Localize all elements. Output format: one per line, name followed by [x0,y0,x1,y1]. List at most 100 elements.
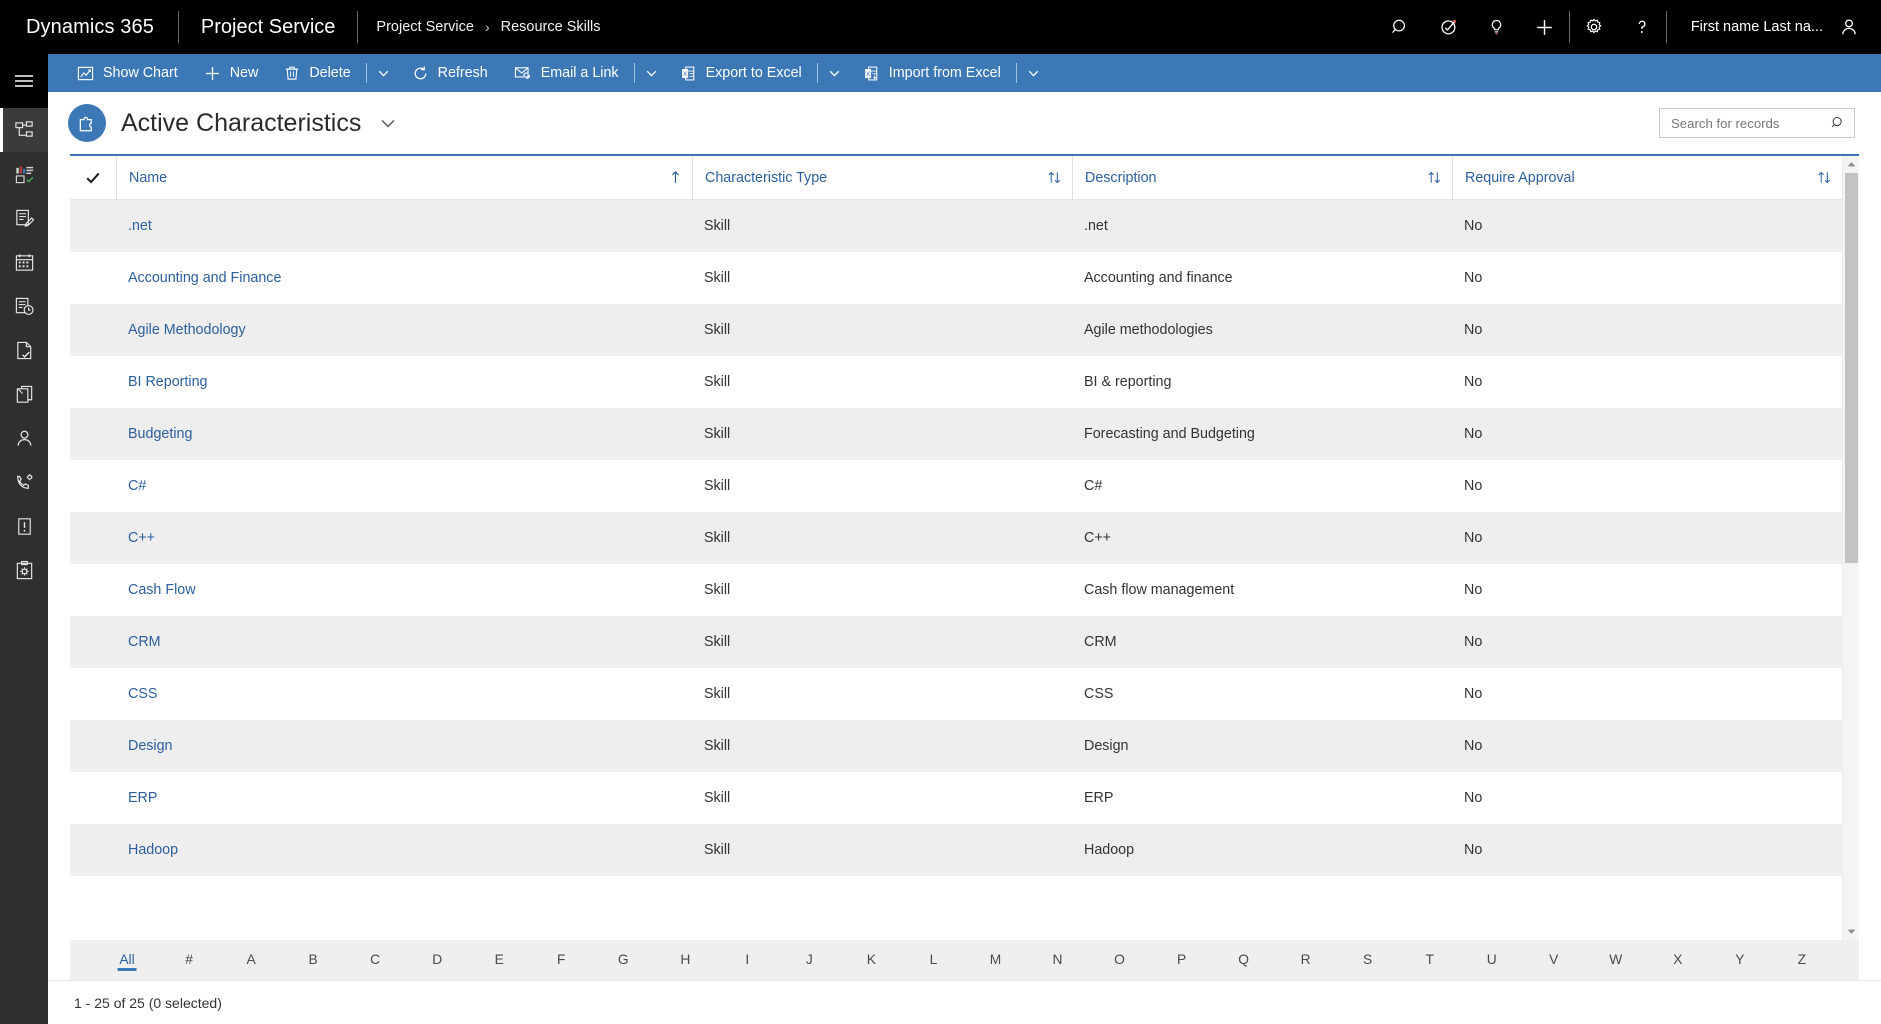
column-header-characteristic-type[interactable]: Characteristic Type [692,156,1072,199]
sidebar-item-sitemap[interactable] [0,108,48,152]
alpha-filter-u[interactable]: U [1461,940,1523,980]
row-select-checkbox[interactable] [70,824,116,876]
row-cell-name[interactable]: CRM [116,616,692,668]
alpha-filter-o[interactable]: O [1089,940,1151,980]
table-row[interactable]: C++SkillC++No [70,512,1842,564]
delete-dropdown-caret[interactable] [369,54,399,92]
alpha-filter-all[interactable]: All [96,940,158,980]
row-select-checkbox[interactable] [70,512,116,564]
sidebar-item-service[interactable] [0,460,48,504]
scrollbar-thumb[interactable] [1845,173,1858,563]
row-cell-name[interactable]: Accounting and Finance [116,252,692,304]
alpha-filter-e[interactable]: E [468,940,530,980]
sidebar-item-dashboards[interactable] [0,152,48,196]
table-row[interactable]: Accounting and FinanceSkillAccounting an… [70,252,1842,304]
row-select-checkbox[interactable] [70,408,116,460]
table-row[interactable]: ERPSkillERPNo [70,772,1842,824]
column-header-description[interactable]: Description [1072,156,1452,199]
row-cell-name[interactable]: ERP [116,772,692,824]
alpha-filter-v[interactable]: V [1523,940,1585,980]
export-to-excel-button[interactable]: X Export to Excel [667,54,815,92]
alpha-filter-f[interactable]: F [530,940,592,980]
sidebar-item-activities[interactable] [0,196,48,240]
alpha-filter-c[interactable]: C [344,940,406,980]
row-select-checkbox[interactable] [70,460,116,512]
alpha-filter-r[interactable]: R [1275,940,1337,980]
sidebar-item-calendar[interactable] [0,240,48,284]
table-row[interactable]: DesignSkillDesignNo [70,720,1842,772]
alpha-filter-g[interactable]: G [592,940,654,980]
alpha-filter-m[interactable]: M [964,940,1026,980]
sidebar-item-notifications[interactable] [0,504,48,548]
table-row[interactable]: BudgetingSkillForecasting and BudgetingN… [70,408,1842,460]
sidebar-item-settings[interactable] [0,548,48,592]
app-name[interactable]: Project Service [179,0,358,54]
row-select-checkbox[interactable] [70,668,116,720]
sidebar-item-time-entries[interactable] [0,284,48,328]
export-to-excel-dropdown-caret[interactable] [820,54,850,92]
alpha-filter-w[interactable]: W [1585,940,1647,980]
sidebar-item-resources[interactable] [0,416,48,460]
table-row[interactable]: HadoopSkillHadoopNo [70,824,1842,876]
show-chart-button[interactable]: Show Chart [64,54,191,92]
scrollbar-track[interactable] [1843,173,1860,923]
row-cell-name[interactable]: Cash Flow [116,564,692,616]
search-icon[interactable] [1377,0,1425,54]
alpha-filter-d[interactable]: D [406,940,468,980]
view-selector-chevron-down-icon[interactable] [378,113,398,133]
row-cell-name[interactable]: Hadoop [116,824,692,876]
dynamics-brand[interactable]: Dynamics 365 [0,0,178,54]
refresh-button[interactable]: Refresh [399,54,501,92]
hamburger-menu-icon[interactable] [0,54,48,108]
row-cell-name[interactable]: C# [116,460,692,512]
row-cell-name[interactable]: Design [116,720,692,772]
alpha-filter-x[interactable]: X [1647,940,1709,980]
delete-button[interactable]: Delete [271,54,363,92]
email-a-link-dropdown-caret[interactable] [637,54,667,92]
sidebar-item-approvals[interactable] [0,328,48,372]
row-cell-name[interactable]: .net [116,200,692,252]
row-select-checkbox[interactable] [70,616,116,668]
alpha-filter-hash[interactable]: # [158,940,220,980]
row-cell-name[interactable]: C++ [116,512,692,564]
row-select-checkbox[interactable] [70,720,116,772]
row-select-checkbox[interactable] [70,200,116,252]
alpha-filter-i[interactable]: I [716,940,778,980]
column-header-require-approval[interactable]: Require Approval [1452,156,1842,199]
quick-create-icon[interactable] [1521,0,1569,54]
alpha-filter-b[interactable]: B [282,940,344,980]
row-cell-name[interactable]: CSS [116,668,692,720]
breadcrumb-item-1[interactable]: Resource Skills [501,19,601,35]
table-row[interactable]: C#SkillC#No [70,460,1842,512]
alpha-filter-a[interactable]: A [220,940,282,980]
alpha-filter-z[interactable]: Z [1771,940,1833,980]
alpha-filter-y[interactable]: Y [1709,940,1771,980]
alpha-filter-q[interactable]: Q [1213,940,1275,980]
alpha-filter-k[interactable]: K [840,940,902,980]
row-select-checkbox[interactable] [70,772,116,824]
column-header-name[interactable]: Name [116,156,692,199]
grid-vertical-scrollbar[interactable] [1842,156,1859,940]
user-menu[interactable]: First name Last na... [1667,0,1881,54]
breadcrumb-item-0[interactable]: Project Service [376,19,474,35]
alpha-filter-l[interactable]: L [902,940,964,980]
import-from-excel-dropdown-caret[interactable] [1019,54,1049,92]
insights-icon[interactable] [1473,0,1521,54]
row-select-checkbox[interactable] [70,252,116,304]
alpha-filter-p[interactable]: P [1151,940,1213,980]
email-a-link-button[interactable]: Email a Link [501,54,632,92]
search-input[interactable] [1671,116,1831,131]
row-cell-name[interactable]: Budgeting [116,408,692,460]
help-icon[interactable] [1618,0,1666,54]
row-select-checkbox[interactable] [70,564,116,616]
table-row[interactable]: BI ReportingSkillBI & reportingNo [70,356,1842,408]
alpha-filter-n[interactable]: N [1026,940,1088,980]
alpha-filter-s[interactable]: S [1337,940,1399,980]
row-select-checkbox[interactable] [70,304,116,356]
alpha-filter-t[interactable]: T [1399,940,1461,980]
scroll-up-arrow-icon[interactable] [1843,156,1860,173]
alpha-filter-j[interactable]: J [778,940,840,980]
table-row[interactable]: CSSSkillCSSNo [70,668,1842,720]
assistant-icon[interactable] [1425,0,1473,54]
table-row[interactable]: Cash FlowSkillCash flow managementNo [70,564,1842,616]
